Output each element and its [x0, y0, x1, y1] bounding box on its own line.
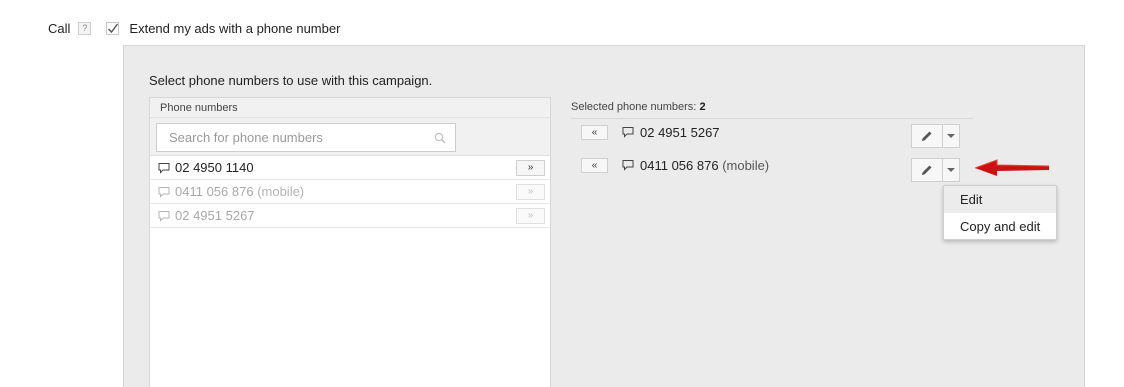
- search-icon: [434, 132, 446, 144]
- phone-number-label: 02 4951 5267: [175, 208, 255, 223]
- actions-dropdown-button[interactable]: [943, 124, 960, 148]
- phone-number-label: 0411 056 876 (mobile): [640, 157, 770, 173]
- add-number-button: »: [516, 208, 545, 224]
- chevron-down-icon: [947, 134, 955, 138]
- available-row: 0411 056 876 (mobile) »: [150, 180, 550, 204]
- checkmark-icon: [106, 21, 120, 35]
- remove-number-button[interactable]: «: [581, 124, 608, 140]
- actions-menu: Edit Copy and edit: [943, 185, 1057, 240]
- phone-number-label: 02 4950 1140: [175, 160, 254, 175]
- phone-bubble-icon: [158, 162, 170, 174]
- add-number-button[interactable]: »: [516, 160, 545, 176]
- edit-button[interactable]: [911, 158, 943, 182]
- phone-bubble-icon: [158, 210, 170, 222]
- call-extension-row: Call ? Extend my ads with a phone number: [48, 19, 340, 37]
- available-numbers-list: Phone numbers 02 4950 1140 » 0411 056 87…: [149, 97, 551, 387]
- extend-checkbox[interactable]: [106, 21, 120, 35]
- phone-bubble-icon: [622, 127, 634, 138]
- search-input[interactable]: [157, 124, 455, 151]
- phone-number-label: 02 4951 5267: [640, 124, 720, 140]
- pencil-icon: [922, 131, 932, 141]
- red-arrow-annotation: [974, 159, 1050, 176]
- selected-header: Selected phone numbers: 2: [571, 101, 706, 113]
- number-actions: [911, 124, 960, 148]
- selected-row: « 02 4951 5267: [581, 121, 720, 143]
- available-row[interactable]: 02 4950 1140 »: [150, 156, 550, 180]
- edit-button[interactable]: [911, 124, 943, 148]
- phone-bubble-icon: [622, 160, 634, 171]
- pencil-icon: [922, 165, 932, 175]
- help-icon[interactable]: ?: [78, 21, 92, 35]
- panel-title: Select phone numbers to use with this ca…: [149, 73, 433, 88]
- menu-item-copy-and-edit[interactable]: Copy and edit: [944, 213, 1056, 240]
- remove-number-button[interactable]: «: [581, 157, 608, 173]
- search-box: [156, 123, 456, 152]
- add-number-button: »: [516, 184, 545, 200]
- call-label: Call: [48, 20, 71, 36]
- selected-row: « 0411 056 876 (mobile): [581, 154, 769, 176]
- available-row: 02 4951 5267 »: [150, 204, 550, 228]
- selected-divider: [571, 118, 973, 119]
- number-actions: [911, 158, 960, 182]
- actions-dropdown-button[interactable]: [943, 158, 960, 182]
- phone-selection-panel: Select phone numbers to use with this ca…: [123, 45, 1085, 387]
- available-header: Phone numbers: [150, 98, 550, 118]
- phone-number-label: 0411 056 876 (mobile): [175, 184, 305, 199]
- selected-count: 2: [699, 101, 706, 113]
- menu-item-edit[interactable]: Edit: [944, 186, 1056, 213]
- extend-label[interactable]: Extend my ads with a phone number: [129, 21, 340, 36]
- phone-bubble-icon: [158, 186, 170, 198]
- chevron-down-icon: [947, 168, 955, 172]
- search-area: [150, 118, 550, 156]
